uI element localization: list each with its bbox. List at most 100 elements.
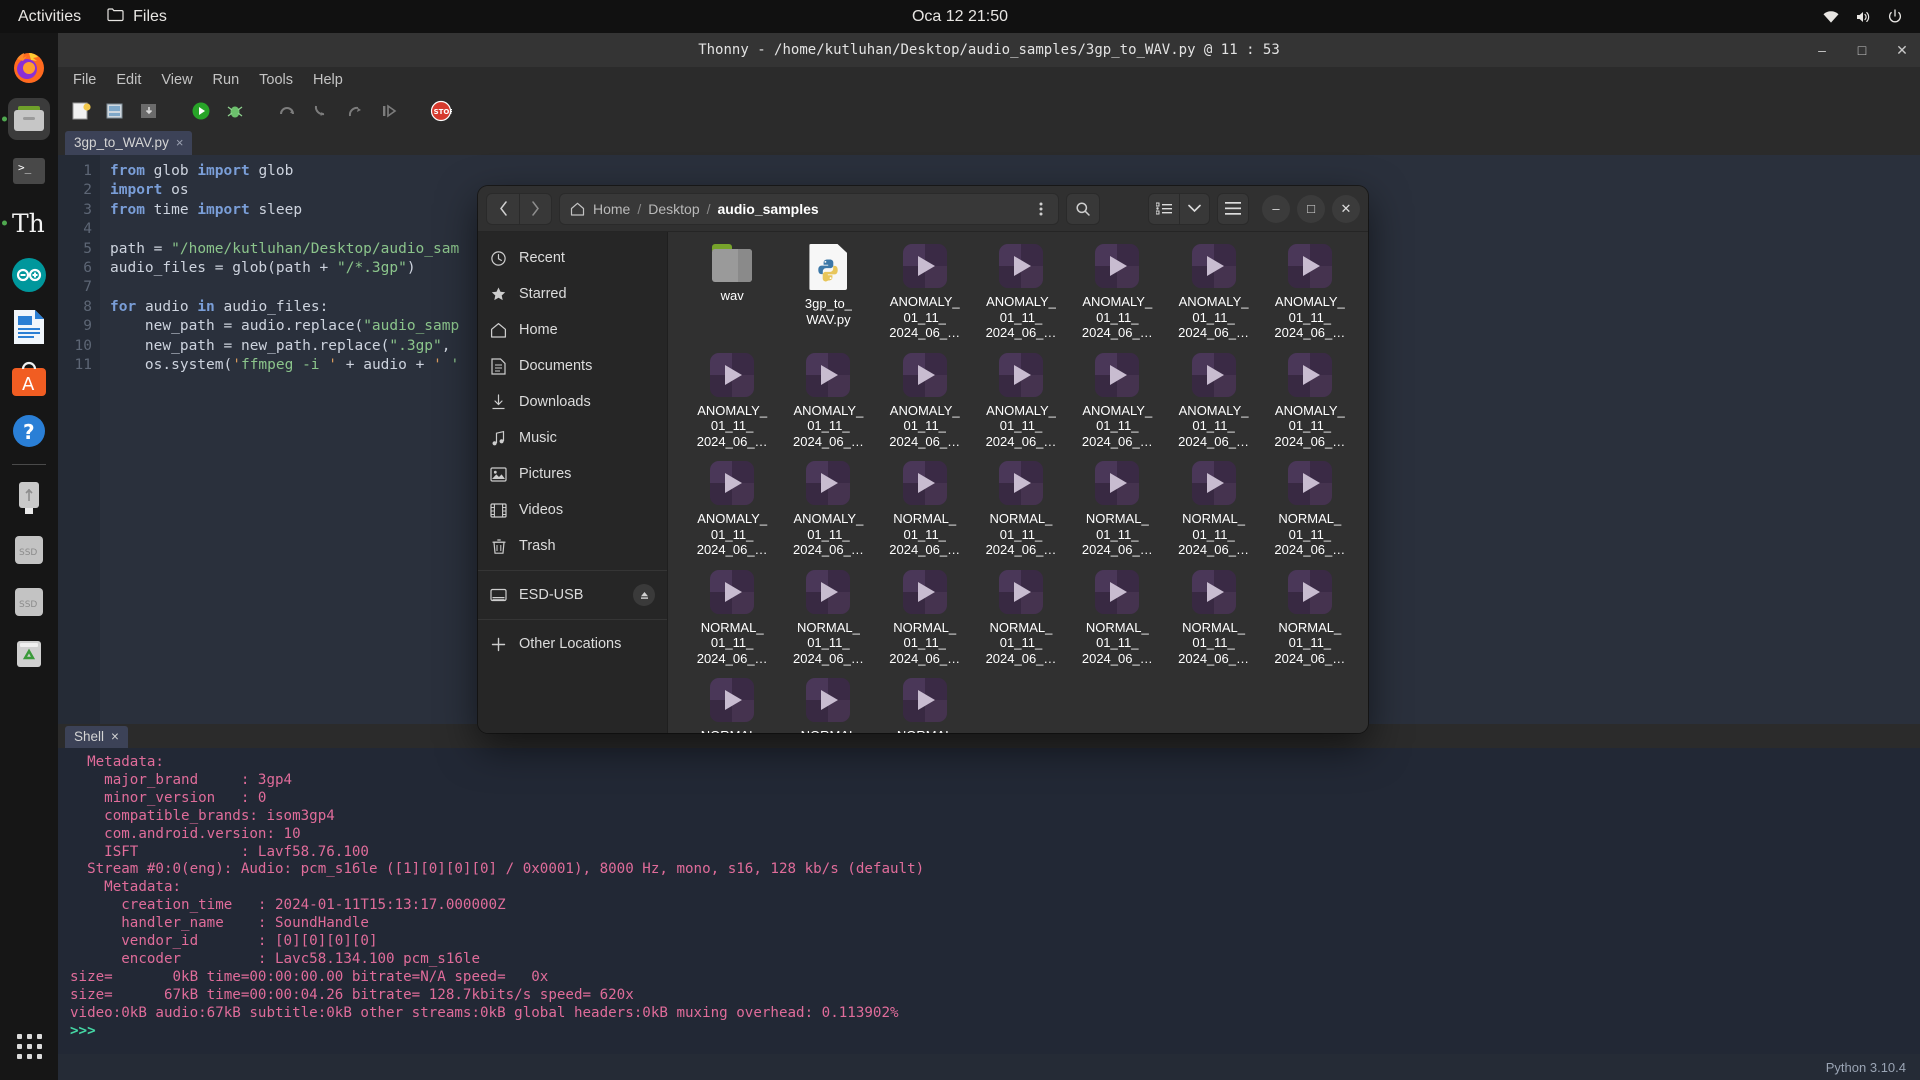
topbar-app-menu[interactable]: Files (107, 7, 167, 27)
dock-item-ssd-2[interactable]: SSD (0, 576, 58, 628)
file-item[interactable]: NORMAL_ 01_11_ 2024_06_… (1069, 570, 1165, 667)
sidebar-item-music[interactable]: Music (478, 420, 667, 456)
breadcrumb-audio-samples[interactable]: audio_samples (713, 201, 824, 217)
system-indicators[interactable] (1822, 8, 1904, 26)
dock-item-help[interactable]: ? (0, 405, 58, 457)
files-minimize-button[interactable]: – (1262, 195, 1290, 223)
file-item[interactable]: ANOMALY_ 01_11_ 2024_06_… (684, 461, 780, 558)
forward-button[interactable] (519, 194, 551, 224)
menu-view[interactable]: View (151, 70, 202, 90)
file-item[interactable]: NORMAL_ 01_11_ 2024_06_… (684, 678, 780, 733)
file-item[interactable]: NORMAL (877, 678, 973, 733)
sidebar-item-videos[interactable]: Videos (478, 492, 667, 528)
file-item[interactable]: NORMAL_ 01_11_ 2024_06_… (877, 461, 973, 558)
file-item[interactable]: ANOMALY_ 01_11_ 2024_06_… (877, 353, 973, 450)
breadcrumb-desktop[interactable]: Desktop (643, 201, 704, 217)
sidebar-item-downloads[interactable]: Downloads (478, 384, 667, 420)
list-view-icon[interactable] (1149, 194, 1179, 224)
open-file-icon[interactable] (100, 96, 130, 126)
sidebar-item-esd-usb[interactable]: ESD-USB (478, 577, 667, 613)
file-item[interactable]: NORMAL_ 01_11_ 2024_06_… (1165, 570, 1261, 667)
hamburger-menu-button[interactable] (1217, 193, 1249, 225)
file-item[interactable]: NORMAL_ 01_11_ 2024_06_… (1262, 461, 1358, 558)
file-item[interactable]: 3gp_to_ WAV.py (780, 244, 876, 341)
thonny-close-button[interactable]: ✕ (1894, 42, 1910, 58)
sidebar-item-pictures[interactable]: Pictures (478, 456, 667, 492)
file-item[interactable]: NORMAL_ 01_11_ 2024_06_… (1262, 570, 1358, 667)
thonny-minimize-button[interactable]: – (1814, 42, 1830, 58)
file-item[interactable]: ANOMALY_ 01_11_ 2024_06_… (780, 353, 876, 450)
shell-tab-close-icon[interactable]: × (111, 729, 119, 744)
sidebar-item-trash[interactable]: Trash (478, 528, 667, 564)
file-item[interactable]: ANOMALY_ 01_11_ 2024_06_… (1165, 353, 1261, 450)
file-item[interactable]: ANOMALY_ 01_11_ 2024_06_… (1069, 244, 1165, 341)
files-close-button[interactable]: ✕ (1332, 195, 1360, 223)
breadcrumb[interactable]: Home / Desktop / audio_samples (559, 193, 1059, 225)
sidebar-item-starred[interactable]: Starred (478, 276, 667, 312)
file-item[interactable]: ANOMALY_ 01_11_ 2024_06_… (973, 353, 1069, 450)
file-item[interactable]: NORMAL_ 01_11_ 2024_06_… (973, 461, 1069, 558)
breadcrumb-home[interactable]: Home (588, 201, 635, 217)
thonny-maximize-button[interactable]: □ (1854, 42, 1870, 58)
sidebar-item-recent[interactable]: Recent (478, 240, 667, 276)
dock-item-ubuntu-software[interactable]: A (0, 353, 58, 405)
file-item[interactable]: NORMAL_ 01_11_ 2024_06_… (780, 570, 876, 667)
tab-shell[interactable]: Shell × (65, 726, 128, 748)
step-out-icon[interactable] (340, 96, 370, 126)
file-item[interactable]: NORMAL_ 01_11_ 2024_06_… (684, 570, 780, 667)
dock-item-terminal[interactable]: >_ (0, 145, 58, 197)
stop-icon[interactable]: STOP (426, 96, 456, 126)
dock-item-esd-usb[interactable] (0, 472, 58, 524)
path-options-icon[interactable] (1028, 194, 1054, 224)
file-item[interactable]: NORMAL_ 01_11_ 2024_06_… (877, 570, 973, 667)
sidebar-item-home[interactable]: Home (478, 312, 667, 348)
menu-help[interactable]: Help (303, 70, 353, 90)
step-over-icon[interactable] (272, 96, 302, 126)
interpreter-status[interactable]: Python 3.10.4 (1826, 1060, 1906, 1075)
file-item[interactable]: ANOMALY_ 01_11_ 2024_06_… (877, 244, 973, 341)
eject-icon[interactable] (633, 584, 655, 606)
sidebar-item-documents[interactable]: Documents (478, 348, 667, 384)
shell-prompt[interactable]: >>> (70, 1023, 96, 1039)
run-icon[interactable] (186, 96, 216, 126)
back-button[interactable] (487, 194, 519, 224)
new-file-icon[interactable] (66, 96, 96, 126)
menu-edit[interactable]: Edit (106, 70, 151, 90)
debug-icon[interactable] (220, 96, 250, 126)
file-item[interactable]: ANOMALY_ 01_11_ 2024_06_… (1262, 353, 1358, 450)
file-item[interactable]: NORMAL_ 01_11_ 2024_06_… (1165, 461, 1261, 558)
thonny-titlebar[interactable]: Thonny - /home/kutluhan/Desktop/audio_sa… (58, 33, 1920, 67)
dock-item-ssd-1[interactable]: SSD (0, 524, 58, 576)
save-file-icon[interactable] (134, 96, 164, 126)
dock-item-trash[interactable] (0, 628, 58, 680)
tab-close-icon[interactable]: × (176, 135, 184, 150)
show-applications-button[interactable] (0, 1026, 58, 1066)
file-item[interactable]: ANOMALY_ 01_11_ 2024_06_… (1262, 244, 1358, 341)
files-maximize-button[interactable]: □ (1297, 195, 1325, 223)
file-item[interactable]: ANOMALY_ 01_11_ 2024_06_… (1069, 353, 1165, 450)
file-grid[interactable]: wav3gp_to_ WAV.pyANOMALY_ 01_11_ 2024_06… (668, 232, 1368, 733)
tab-3gp-to-wav-py[interactable]: 3gp_to_WAV.py × (65, 131, 192, 155)
search-button[interactable] (1066, 193, 1100, 225)
dock-item-arduino[interactable] (0, 249, 58, 301)
menu-run[interactable]: Run (203, 70, 250, 90)
file-item[interactable]: ANOMALY_ 01_11_ 2024_06_… (684, 353, 780, 450)
file-item[interactable]: NORMAL_ 01_11_ 2024_06_… (1069, 461, 1165, 558)
menu-tools[interactable]: Tools (249, 70, 303, 90)
sidebar-item-other-locations[interactable]: Other Locations (478, 626, 667, 662)
file-item[interactable]: ANOMALY_ 01_11_ 2024_06_… (1165, 244, 1261, 341)
clock[interactable]: Oca 12 21:50 (0, 8, 1920, 26)
dock-item-firefox[interactable] (0, 41, 58, 93)
file-item[interactable]: NORMAL (780, 678, 876, 733)
menu-file[interactable]: File (63, 70, 106, 90)
file-item[interactable]: ANOMALY_ 01_11_ 2024_06_… (780, 461, 876, 558)
file-item[interactable]: wav (684, 244, 780, 341)
step-into-icon[interactable] (306, 96, 336, 126)
shell-panel[interactable]: Metadata: major_brand : 3gp4 minor_versi… (58, 748, 1920, 1054)
dock-item-files[interactable] (0, 93, 58, 145)
file-item[interactable]: ANOMALY_ 01_11_ 2024_06_… (973, 244, 1069, 341)
dock-item-libreoffice-writer[interactable] (0, 301, 58, 353)
file-item[interactable]: NORMAL_ 01_11_ 2024_06_… (973, 570, 1069, 667)
resume-icon[interactable] (374, 96, 404, 126)
chevron-down-icon[interactable] (1179, 194, 1209, 224)
